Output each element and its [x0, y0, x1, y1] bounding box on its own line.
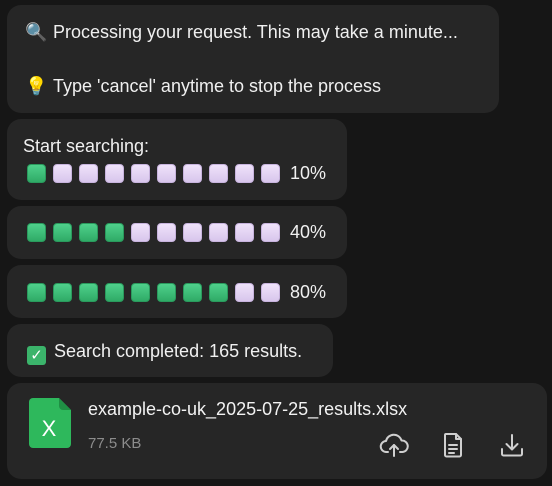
- progress-square-filled: [105, 282, 124, 302]
- processing-line: 🔍 Processing your request. This may take …: [25, 21, 458, 44]
- progress-percent-label: 10%: [290, 162, 327, 183]
- progress-bar-3: 80%: [27, 281, 326, 303]
- progress-square-empty: [157, 163, 176, 183]
- completion-text: Search completed: 165 results.: [54, 341, 303, 361]
- progress-square-empty: [261, 222, 280, 242]
- progress-square-empty: [183, 163, 202, 183]
- download-icon[interactable]: [497, 430, 527, 460]
- progress-square-filled: [157, 282, 176, 302]
- progress-square-empty: [105, 163, 124, 183]
- progress-percent-label: 80%: [290, 281, 327, 302]
- progress-square-empty: [235, 222, 254, 242]
- progress-bar-2: 40%: [27, 221, 326, 243]
- progress-square-filled: [27, 222, 46, 242]
- document-icon[interactable]: [438, 430, 468, 460]
- progress-square-empty: [183, 222, 202, 242]
- progress-square-empty: [131, 163, 150, 183]
- progress-square-empty: [79, 163, 98, 183]
- lightbulb-icon: 💡: [25, 76, 48, 97]
- hint-text: Type 'cancel' anytime to stop the proces…: [53, 76, 382, 96]
- hint-line: 💡 Type 'cancel' anytime to stop the proce…: [25, 75, 381, 98]
- check-box-icon: ✓: [27, 346, 46, 365]
- progress-square-filled: [79, 282, 98, 302]
- progress-square-filled: [209, 282, 228, 302]
- progress-square-filled: [53, 222, 72, 242]
- progress-square-empty: [53, 163, 72, 183]
- processing-text: Processing your request. This may take a…: [53, 22, 458, 42]
- progress-bar-1: 10%: [27, 162, 326, 184]
- excel-file-icon[interactable]: X: [29, 398, 71, 448]
- progress-square-filled: [183, 282, 202, 302]
- magnifying-glass-icon: 🔍: [25, 22, 48, 43]
- progress-square-filled: [105, 222, 124, 242]
- progress-square-empty: [235, 282, 254, 302]
- progress-square-filled: [79, 222, 98, 242]
- progress-heading: Start searching:: [23, 136, 150, 156]
- progress-square-empty: [209, 163, 228, 183]
- progress-square-empty: [157, 222, 176, 242]
- progress-square-empty: [235, 163, 254, 183]
- progress-square-filled: [53, 282, 72, 302]
- progress-square-filled: [131, 282, 150, 302]
- file-name[interactable]: example-co-uk_2025-07-25_results.xlsx: [88, 398, 407, 420]
- file-size: 77.5 KB: [88, 435, 142, 452]
- progress-square-filled: [27, 163, 46, 183]
- progress-square-empty: [209, 222, 228, 242]
- completion-line: ✓ Search completed: 165 results.: [27, 340, 302, 365]
- progress-percent-label: 40%: [290, 221, 327, 242]
- progress-bubble-1: [7, 119, 347, 200]
- progress-square-empty: [261, 282, 280, 302]
- upload-cloud-icon[interactable]: [379, 430, 409, 460]
- excel-file-letter: X: [42, 416, 57, 441]
- progress-square-empty: [131, 222, 150, 242]
- progress-square-empty: [261, 163, 280, 183]
- progress-square-filled: [27, 282, 46, 302]
